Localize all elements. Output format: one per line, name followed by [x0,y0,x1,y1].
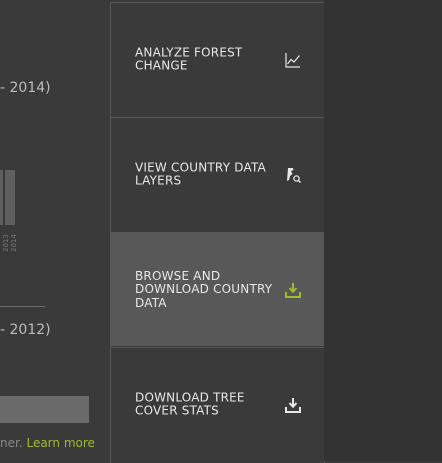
date-range-top: - 2014) [0,80,51,96]
map-area [324,0,442,461]
menu-item-label: VIEW COUNTRY DATA LAYERS [135,160,266,188]
learn-more-link[interactable]: Learn more [26,436,94,450]
year-label: 2013 [2,234,10,252]
progress-bar [0,396,89,423]
menu-item-download-tree-cover-stats[interactable]: DOWNLOAD TREE COVER STATS [111,347,324,461]
year-label: 2014 [10,234,18,252]
date-range-bottom: - 2012) [0,322,51,338]
download-icon [284,396,302,414]
menu-item-analyze-forest-change[interactable]: ANALYZE FOREST CHANGE [111,2,324,116]
chart-bar [0,170,3,225]
chart-bar [5,170,15,225]
mini-bar-chart [0,170,20,225]
side-menu: ANALYZE FOREST CHANGE VIEW COUNTRY DATA … [110,2,325,463]
download-icon [284,281,302,299]
line-chart-icon [284,51,302,69]
footer-text-fragment: ner. [0,436,23,450]
divider [0,306,45,307]
menu-item-view-country-data-layers[interactable]: VIEW COUNTRY DATA LAYERS [111,117,324,231]
menu-item-label: ANALYZE FOREST CHANGE [135,45,243,73]
menu-item-browse-download-country-data[interactable]: BROWSE AND DOWNLOAD COUNTRY DATA [111,232,324,346]
country-layers-icon [284,166,302,184]
menu-item-label: DOWNLOAD TREE COVER STATS [135,390,245,418]
left-panel: - 2014) 2013 2014 - 2012) ner. Learn mor… [0,0,110,461]
menu-item-label: BROWSE AND DOWNLOAD COUNTRY DATA [135,268,273,310]
footer-text: ner. Learn more [0,436,95,450]
